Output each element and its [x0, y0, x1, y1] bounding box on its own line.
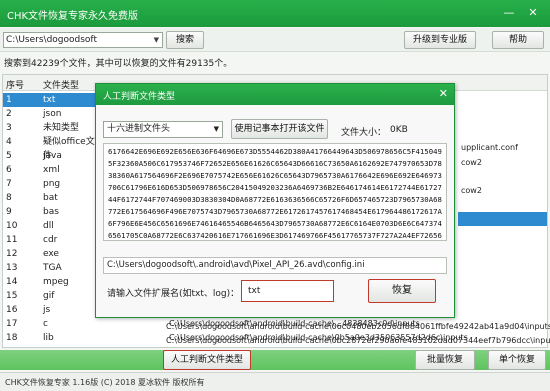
- list-item[interactable]: 1 txt: [3, 93, 98, 107]
- row-type: xml: [43, 165, 60, 175]
- path-snippet: upplicant.conf: [461, 143, 518, 152]
- dialog-title-bar: 人工判断文件类型 ✕: [96, 84, 454, 105]
- path-select[interactable]: C:\Users\dogoodsoft ▼: [3, 32, 163, 48]
- row-type: java: [43, 151, 62, 161]
- extension-label: 请输入文件扩展名(如txt、log)：: [107, 289, 240, 299]
- row-type: exe: [43, 249, 59, 259]
- row-number: 4: [6, 137, 12, 147]
- row-number: 3: [6, 123, 12, 133]
- row-number: 1: [6, 95, 12, 105]
- row-number: 5: [6, 151, 12, 161]
- dialog-title: 人工判断文件类型: [103, 92, 176, 102]
- list-item[interactable]: 13 TGA: [3, 261, 98, 275]
- file-size-value: 0KB: [390, 125, 408, 135]
- path-item[interactable]: C:\Users\dogoodsoft\android\build-cache\…: [166, 322, 550, 331]
- row-type: bas: [43, 207, 59, 217]
- row-number: 12: [6, 249, 18, 259]
- view-mode-select[interactable]: 十六进制文件头 ▼: [103, 121, 223, 138]
- row-type: cdr: [43, 235, 58, 245]
- upgrade-button[interactable]: 升级到专业版: [404, 31, 476, 49]
- row-number: 7: [6, 179, 12, 189]
- search-button[interactable]: 搜索: [166, 31, 204, 49]
- row-number: 6: [6, 165, 12, 175]
- minimize-icon[interactable]: —: [500, 4, 518, 22]
- toolbar: C:\Users\dogoodsoft ▼ 搜索 升级到专业版 帮助: [0, 28, 550, 52]
- row-type: dll: [43, 221, 54, 231]
- recover-button[interactable]: 恢复: [368, 279, 436, 303]
- row-type: json: [43, 109, 62, 119]
- status-text: CHK文件恢复专家 1.16版 (C) 2018 夏冰软件 版权所有: [5, 378, 205, 387]
- row-type: mpeg: [43, 277, 69, 287]
- bottom-action-bar: 人工判断文件类型 批量恢复 单个恢复: [0, 350, 550, 370]
- list-item[interactable]: 16 js: [3, 303, 98, 317]
- row-number: 9: [6, 207, 12, 217]
- close-icon[interactable]: ✕: [524, 4, 542, 22]
- row-number: 14: [6, 277, 18, 287]
- row-number: 17: [6, 319, 18, 329]
- list-item[interactable]: 8 bat: [3, 191, 98, 205]
- file-path-field[interactable]: C:\Users\dogoodsoft\.android\avd\Pixel_A…: [103, 257, 447, 274]
- hex-content-area[interactable]: 6176642E696E692E656E636F64696E673D555446…: [103, 143, 447, 241]
- list-item[interactable]: 11 cdr: [3, 233, 98, 247]
- row-number: 10: [6, 221, 18, 231]
- chevron-down-icon: ▼: [153, 36, 159, 44]
- row-type: c: [43, 319, 48, 329]
- open-with-notepad-button[interactable]: 使用记事本打开该文件: [231, 119, 328, 139]
- single-recover-button[interactable]: 单个恢复: [488, 350, 546, 370]
- row-type: txt: [43, 95, 56, 105]
- manual-judge-button[interactable]: 人工判断文件类型: [163, 350, 251, 370]
- row-number: 15: [6, 291, 18, 301]
- status-bar: CHK文件恢复专家 1.16版 (C) 2018 夏冰软件 版权所有: [0, 372, 550, 391]
- title-bar: CHK文件恢复专家永久免费版 — ✕: [0, 0, 550, 27]
- row-number: 11: [6, 235, 18, 245]
- row-type: lib: [43, 333, 54, 343]
- batch-recover-button[interactable]: 批量恢复: [415, 350, 475, 370]
- row-type: js: [43, 305, 51, 315]
- list-item[interactable]: 7 png: [3, 177, 98, 191]
- search-result-info: 搜索到42239个文件，其中可以恢复的文件有29135个。: [4, 59, 233, 69]
- column-type: 文件类型: [43, 81, 80, 91]
- list-item[interactable]: 17 c: [3, 317, 98, 331]
- help-button[interactable]: 帮助: [492, 31, 544, 49]
- selected-path-row[interactable]: [458, 212, 547, 226]
- path-snippet: cow2: [461, 186, 482, 195]
- row-type: 未知类型: [43, 123, 80, 133]
- manual-judge-dialog: 人工判断文件类型 ✕ 十六进制文件头 ▼ 使用记事本打开该文件 文件大小： 0K…: [95, 83, 455, 318]
- row-type: png: [43, 179, 61, 189]
- view-mode-value: 十六进制文件头: [107, 124, 171, 134]
- list-item[interactable]: 6 xml: [3, 163, 98, 177]
- list-item[interactable]: 3 未知类型: [3, 121, 98, 135]
- row-number: 16: [6, 305, 18, 315]
- list-item[interactable]: 2 json: [3, 107, 98, 121]
- list-item[interactable]: 14 mpeg: [3, 275, 98, 289]
- row-number: 2: [6, 109, 12, 119]
- extension-input[interactable]: txt: [241, 280, 334, 302]
- list-item[interactable]: 5 java: [3, 149, 98, 163]
- row-number: 18: [6, 333, 18, 343]
- list-item[interactable]: 9 bas: [3, 205, 98, 219]
- row-number: 8: [6, 193, 12, 203]
- window-title: CHK文件恢复专家永久免费版: [7, 11, 139, 22]
- chevron-down-icon: ▼: [213, 125, 219, 133]
- row-type: bat: [43, 193, 58, 203]
- file-size-label: 文件大小：: [341, 128, 387, 138]
- list-item[interactable]: 12 exe: [3, 247, 98, 261]
- list-item[interactable]: 18 lib: [3, 331, 98, 345]
- row-type: gif: [43, 291, 55, 301]
- row-type: TGA: [43, 263, 62, 273]
- path-item[interactable]: C:\Users\dogoodsoft\android\build-cache\…: [166, 336, 550, 345]
- row-number: 13: [6, 263, 18, 273]
- list-item[interactable]: 15 gif: [3, 289, 98, 303]
- path-snippet: cow2: [461, 158, 482, 167]
- list-item[interactable]: 10 dll: [3, 219, 98, 233]
- list-item[interactable]: 4 疑似office文件: [3, 135, 98, 161]
- path-select-value: C:\Users\dogoodsoft: [6, 35, 97, 45]
- column-number: 序号: [6, 81, 25, 91]
- close-icon[interactable]: ✕: [439, 87, 448, 100]
